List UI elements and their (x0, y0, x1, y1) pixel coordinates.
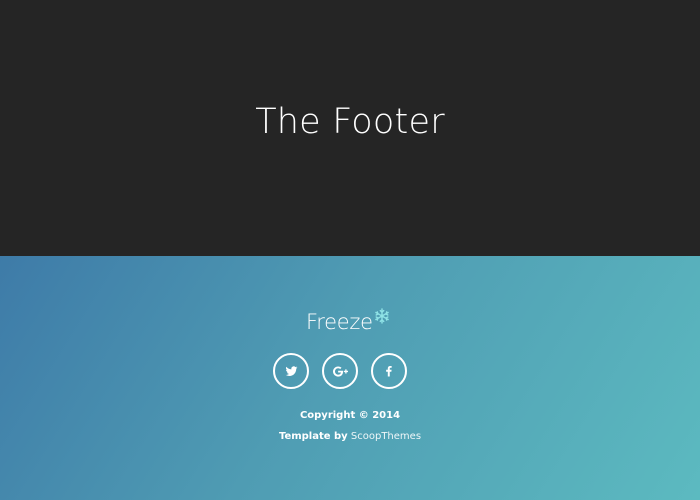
twitter-icon (285, 365, 297, 376)
footer-logo[interactable]: Freeze (306, 308, 390, 335)
twitter-button[interactable] (273, 353, 309, 389)
hero-section: The Footer (0, 0, 700, 256)
logo-text: Freeze (306, 310, 373, 334)
hero-title: The Footer (255, 102, 445, 142)
google-plus-button[interactable] (322, 353, 358, 389)
facebook-button[interactable] (371, 353, 407, 389)
copyright-text: Copyright © 2014 (299, 410, 401, 421)
google-plus-icon (332, 365, 348, 377)
facebook-icon (386, 366, 392, 377)
snowflake-icon (374, 308, 389, 324)
scoopthemes-link[interactable]: ScoopThemes (351, 431, 421, 442)
credit-prefix: Template by (278, 431, 348, 442)
credit-line: Template by ScoopThemes (0, 430, 700, 444)
social-links (273, 353, 413, 389)
site-footer: Freeze Copyright © 2014 Template by Scoo… (0, 256, 700, 500)
